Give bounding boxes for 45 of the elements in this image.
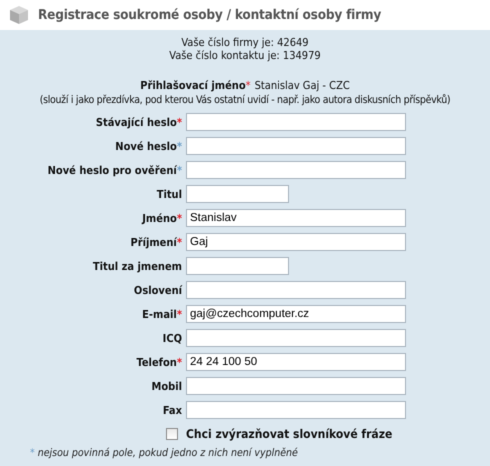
field-label: Mobil: [151, 380, 182, 392]
field-label: Nové heslo: [115, 140, 177, 152]
asterisk: *: [176, 140, 182, 152]
field-label: E-mail: [142, 308, 177, 320]
asterisk: *: [176, 356, 182, 368]
cube-icon: [8, 4, 30, 26]
input-field[interactable]: [186, 377, 406, 395]
field-label: ICQ: [162, 332, 182, 344]
field-label: Titul: [156, 188, 182, 200]
asterisk: *: [30, 447, 35, 459]
field-label: Jméno: [142, 212, 177, 224]
input-field[interactable]: [186, 161, 406, 179]
field-label: Fax: [162, 404, 182, 416]
input-field[interactable]: Stanislav: [186, 209, 406, 227]
checkbox-label[interactable]: Chci zvýrazňovat slovníkové fráze: [186, 427, 392, 441]
input-field[interactable]: [186, 113, 406, 131]
input-field[interactable]: gaj@czechcomputer.cz: [186, 305, 406, 323]
field-label: Příjmení: [130, 236, 177, 248]
field-label: Stávající heslo: [96, 116, 177, 128]
asterisk: *: [176, 236, 182, 248]
input-field[interactable]: [186, 257, 289, 275]
checkbox[interactable]: [166, 428, 178, 440]
footnote-text: nejsou povinná pole, pokud jedno z nich není vyplněné: [38, 447, 298, 459]
input-field[interactable]: [186, 281, 406, 299]
username-note: (slouží i jako přezdívka, pod kterou Vás ostatní uvidí - např. jako autora diskusních příspěvků): [38, 93, 452, 107]
field-label: Oslovení: [134, 284, 182, 296]
input-field[interactable]: Gaj: [186, 233, 406, 251]
input-field[interactable]: [186, 329, 406, 347]
field-label: Nové heslo pro ověření: [48, 164, 177, 176]
page-title: Registrace soukromé osoby / kontaktní osoby firmy: [38, 7, 382, 23]
input-field[interactable]: [186, 401, 406, 419]
input-field[interactable]: [186, 185, 289, 203]
input-field[interactable]: [186, 137, 406, 155]
field-label: Titul za jmenem: [92, 260, 182, 272]
username-value: Stanislav Gaj - CZC: [254, 79, 350, 92]
asterisk: *: [176, 116, 182, 128]
info-text: Vaše číslo firmy je: 42649: [180, 36, 310, 49]
asterisk: *: [176, 308, 182, 320]
field-label: Přihlašovací jméno: [140, 79, 246, 92]
asterisk: *: [176, 164, 182, 176]
info-text: Vaše číslo kontaktu je: 134979: [168, 49, 322, 62]
input-field[interactable]: 24 24 100 50: [186, 353, 406, 371]
field-label: Telefon: [136, 356, 177, 368]
asterisk: *: [176, 212, 182, 224]
asterisk: *: [246, 79, 251, 92]
